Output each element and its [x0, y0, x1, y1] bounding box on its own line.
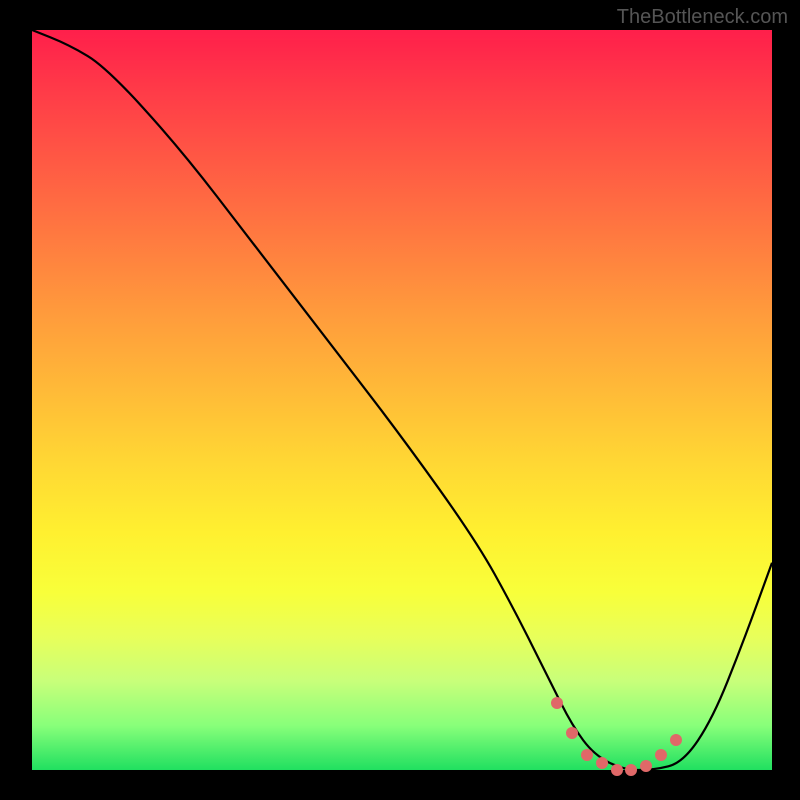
chart-marker	[625, 764, 637, 776]
watermark-text: TheBottleneck.com	[617, 6, 788, 29]
chart-marker	[581, 749, 593, 761]
chart-marker	[655, 749, 667, 761]
chart-marker	[670, 734, 682, 746]
chart-marker	[566, 727, 578, 739]
chart-marker	[596, 757, 608, 769]
chart-marker	[551, 697, 563, 709]
chart-curve	[32, 30, 772, 770]
chart-marker	[611, 764, 623, 776]
chart-plot-area	[32, 30, 772, 770]
chart-marker	[640, 760, 652, 772]
